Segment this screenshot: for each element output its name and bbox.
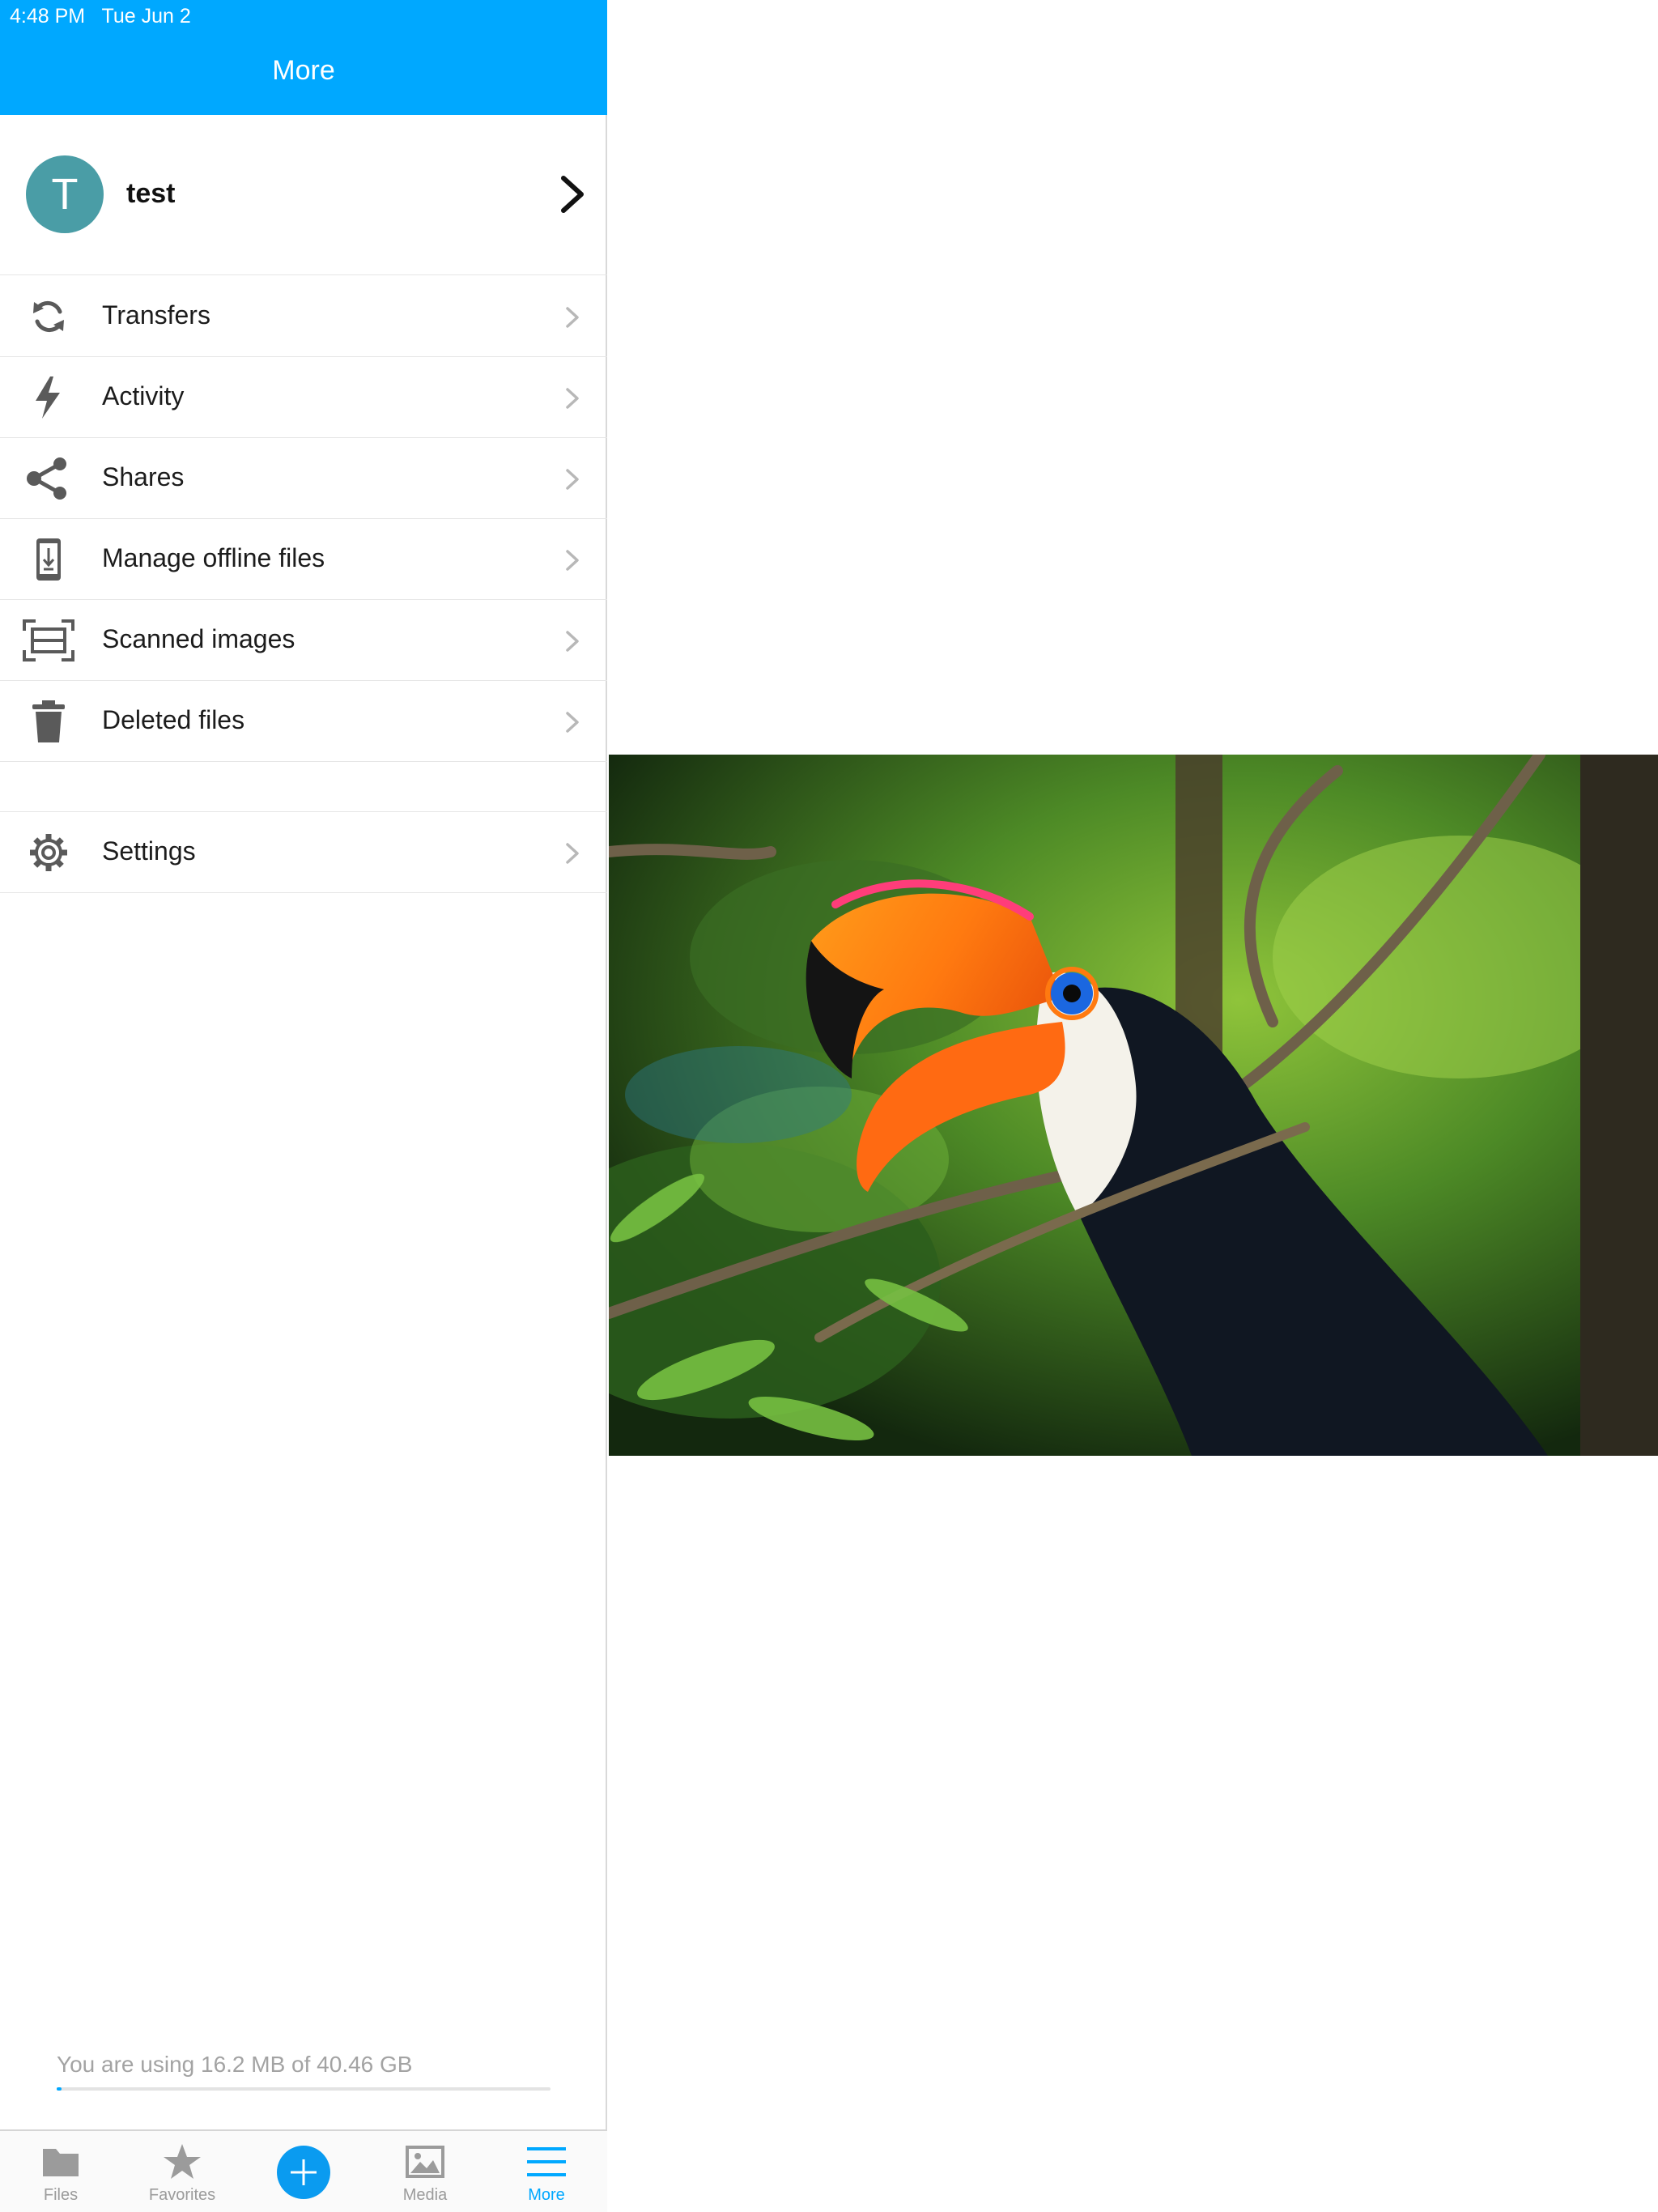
menu-item-deleted-files[interactable]: Deleted files (0, 681, 607, 762)
storage-usage-bar (57, 2087, 551, 2091)
menu-item-activity[interactable]: Activity (0, 357, 607, 438)
offline-device-icon (36, 538, 61, 581)
account-row[interactable]: T test (0, 115, 607, 275)
storage-usage-text: You are using 16.2 MB of 40.46 GB (57, 2052, 413, 2077)
page-title: More (272, 55, 335, 86)
image-icon (406, 2146, 444, 2178)
tab-favorites[interactable]: Favorites (121, 2131, 243, 2212)
storage-usage: You are using 16.2 MB of 40.46 GB (57, 2052, 551, 2091)
chevron-right-icon (561, 176, 584, 213)
tab-label: Files (43, 2186, 79, 2204)
navigation-bar: 4:48 PM Tue Jun 2 More (0, 0, 607, 115)
add-fab (277, 2146, 330, 2199)
gear-icon (30, 834, 67, 871)
plus-icon (291, 2159, 317, 2185)
menu-item-label: Activity (102, 381, 185, 410)
chevron-right-icon (566, 631, 579, 652)
chevron-right-icon (566, 550, 579, 571)
sync-icon (33, 300, 64, 333)
tab-files[interactable]: Files (0, 2131, 121, 2212)
menu-item-offline-files[interactable]: Manage offline files (0, 519, 607, 600)
lightning-icon (36, 376, 60, 419)
chevron-right-icon (566, 307, 579, 328)
menu-item-label: Manage offline files (102, 543, 325, 572)
tab-label: Media (402, 2186, 448, 2204)
menu-list: Transfers Activity Shares Manage offline… (0, 276, 607, 893)
trash-icon (32, 700, 65, 742)
menu-item-label: Deleted files (102, 705, 245, 734)
detail-pane (609, 0, 1658, 2212)
tab-more[interactable]: More (486, 2131, 607, 2212)
menu-icon (527, 2147, 566, 2176)
chevron-right-icon (566, 712, 579, 733)
status-bar-date: Tue Jun 2 (101, 5, 191, 28)
status-bar-time: 4:48 PM Tue Jun 2 (10, 5, 191, 28)
chevron-right-icon (566, 843, 579, 864)
menu-item-scanned-images[interactable]: Scanned images (0, 600, 607, 681)
section-divider (0, 762, 607, 812)
menu-item-settings[interactable]: Settings (0, 812, 607, 893)
toucan-photo-drawing (609, 755, 1658, 1456)
storage-usage-fill (57, 2087, 62, 2091)
more-panel: 4:48 PM Tue Jun 2 More T test Transfers (0, 0, 607, 2212)
folder-icon (43, 2149, 79, 2176)
menu-item-shares[interactable]: Shares (0, 438, 607, 519)
tab-label: More (528, 2186, 565, 2204)
chevron-right-icon (566, 469, 579, 490)
menu-item-label: Settings (102, 836, 196, 866)
share-icon (27, 457, 66, 500)
menu-item-label: Scanned images (102, 624, 295, 653)
account-name: test (126, 178, 176, 209)
menu-item-label: Shares (102, 462, 185, 491)
add-button[interactable] (243, 2131, 364, 2212)
tab-bar: Files Favorites Media More (0, 2129, 607, 2212)
chevron-right-icon (566, 388, 579, 409)
toucan-photo (609, 755, 1658, 1456)
avatar: T (26, 155, 104, 233)
tab-media[interactable]: Media (364, 2131, 486, 2212)
tab-label: Favorites (148, 2186, 216, 2204)
star-icon (164, 2144, 201, 2179)
scan-icon (23, 619, 74, 661)
menu-item-label: Transfers (102, 300, 210, 330)
menu-item-transfers[interactable]: Transfers (0, 276, 607, 357)
